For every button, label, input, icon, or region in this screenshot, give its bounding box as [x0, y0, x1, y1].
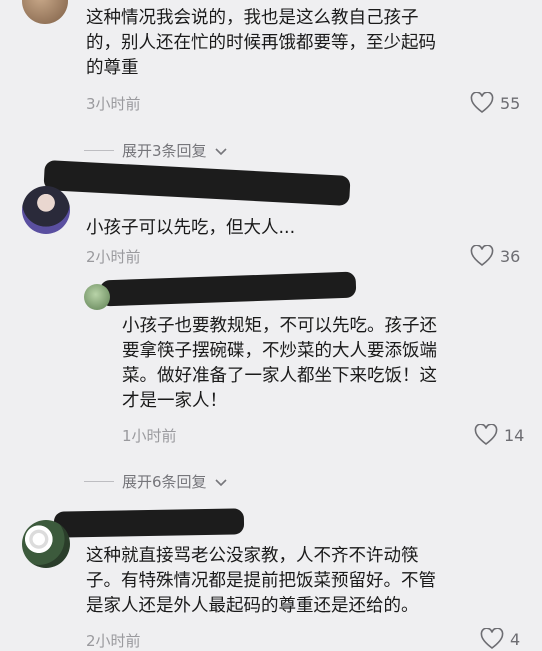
reply-text: 小孩子也要教规矩，不可以先吃。孩子还 要拿筷子摆碗碟，不炒菜的大人要添饭端 菜。…: [122, 314, 522, 414]
expand-replies-button[interactable]: 展开6条回复: [84, 471, 227, 492]
comment-line: 这种情况我会说的，我也是这么教自己孩子: [86, 8, 419, 28]
commenter-avatar[interactable]: [22, 186, 70, 234]
like-button[interactable]: 36: [470, 245, 520, 267]
comment-line: 这种就直接骂老公没家教，人不齐不许动筷: [86, 546, 419, 566]
heart-outline-icon: [474, 424, 498, 446]
redacted-username: [53, 508, 245, 538]
expand-replies-button[interactable]: 展开3条回复: [84, 140, 227, 161]
redacted-username: [99, 271, 357, 307]
comment-line: 小孩子可以先吃，但大人...: [86, 218, 296, 238]
chevron-down-icon: [214, 142, 227, 160]
comment-line: 的，别人还在忙的时候再饿都要等，至少起码: [86, 33, 436, 53]
like-count: 4: [510, 629, 521, 649]
heart-outline-icon: [470, 245, 494, 267]
comment-time: 2小时前: [86, 248, 141, 266]
commenter-avatar[interactable]: [22, 520, 70, 568]
like-count: 36: [500, 246, 521, 266]
replier-avatar[interactable]: [84, 284, 110, 310]
comment-text: 这种就直接骂老公没家教，人不齐不许动筷 子。有特殊情况都是提前把饭菜预留好。不管…: [86, 544, 526, 619]
expand-replies-label: 展开6条回复: [122, 473, 207, 491]
like-button[interactable]: 14: [474, 424, 524, 446]
reply-line: 菜。做好准备了一家人都坐下来吃饭！这: [122, 366, 437, 386]
like-count: 14: [504, 425, 525, 445]
reply-line: 要拿筷子摆碗碟，不炒菜的大人要添饭端: [122, 341, 437, 361]
comment-line: 子。有特殊情况都是提前把饭菜预留好。不管: [86, 571, 436, 591]
divider-line: [84, 481, 114, 482]
redacted-username: [43, 160, 351, 206]
comment-time: 3小时前: [86, 95, 141, 113]
chevron-down-icon: [214, 473, 227, 491]
reply-time: 1小时前: [122, 427, 177, 445]
comment-text: 这种情况我会说的，我也是这么教自己孩子 的，别人还在忙的时候再饿都要等，至少起码…: [86, 6, 526, 81]
comment-line: 是家人还是外人最起码的尊重还是还给的。: [86, 596, 419, 616]
heart-outline-icon: [480, 628, 504, 650]
comment-time: 2小时前: [86, 632, 141, 650]
heart-outline-icon: [470, 92, 494, 114]
expand-replies-label: 展开3条回复: [122, 142, 207, 160]
divider-line: [84, 150, 114, 151]
comment-text: 小孩子可以先吃，但大人...: [86, 216, 295, 241]
comment-line: 的尊重: [86, 58, 139, 78]
commenter-avatar[interactable]: [22, 0, 68, 24]
like-button[interactable]: 55: [470, 92, 520, 114]
reply-line: 小孩子也要教规矩，不可以先吃。孩子还: [122, 316, 437, 336]
reply-line: 才是一家人！: [122, 391, 227, 411]
like-button[interactable]: 4: [480, 628, 520, 650]
like-count: 55: [500, 93, 521, 113]
